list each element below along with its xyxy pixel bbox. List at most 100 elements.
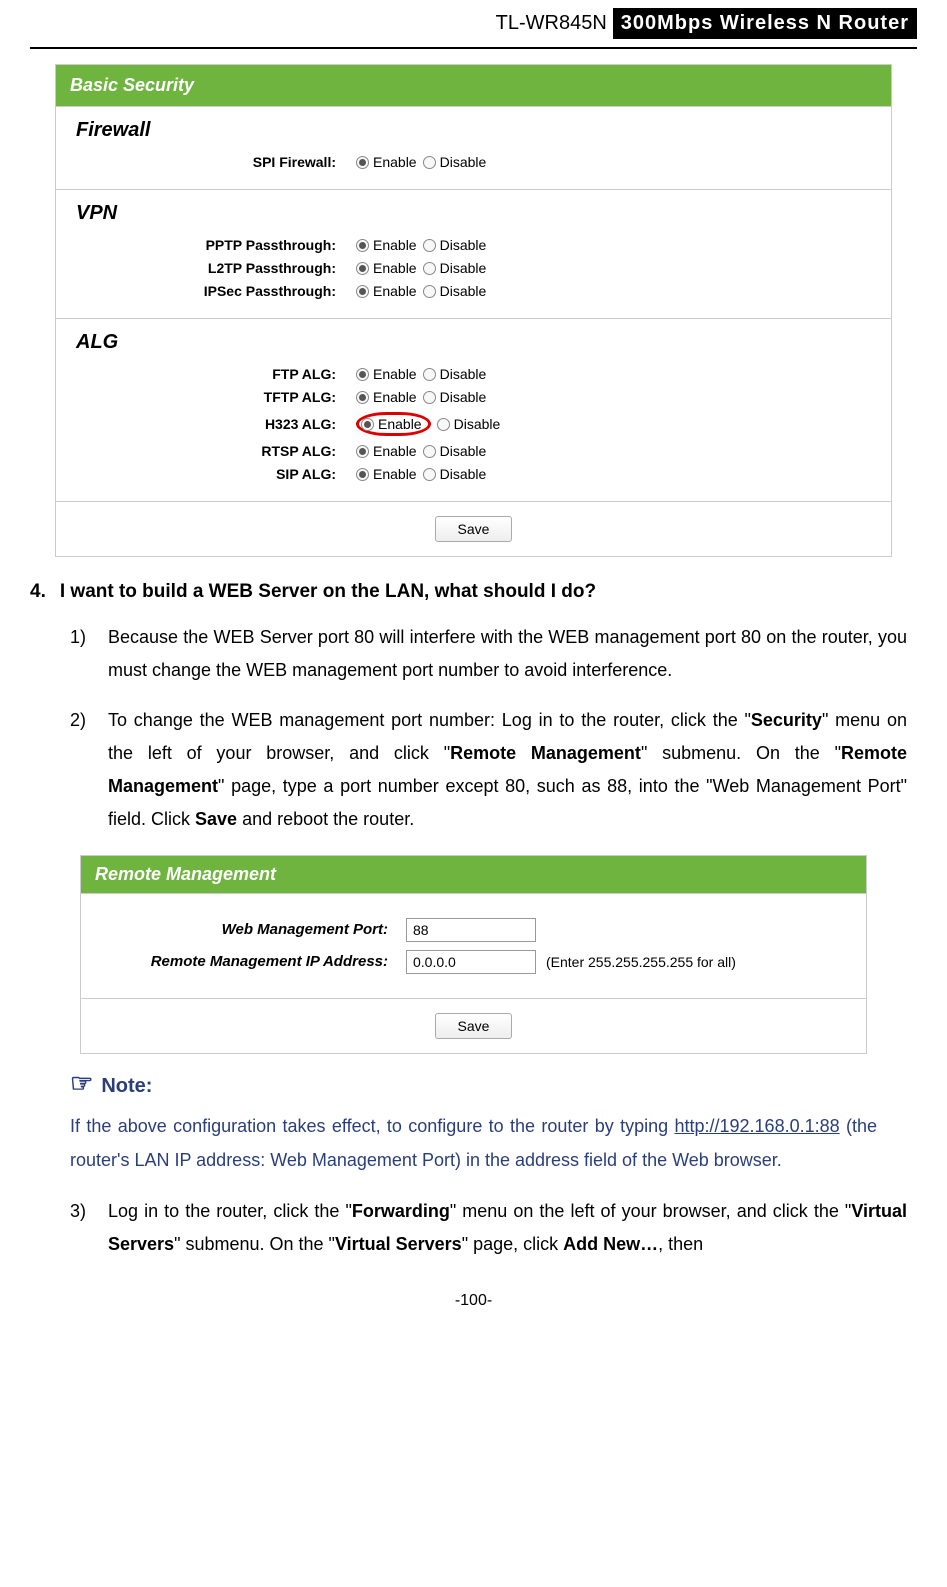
ipsec-disable-radio[interactable]: Disable	[423, 283, 487, 299]
enable-label: Enable	[373, 366, 417, 382]
bold-forwarding: Forwarding	[352, 1201, 450, 1221]
disable-label: Disable	[440, 237, 487, 253]
l2tp-enable-radio[interactable]: Enable	[356, 260, 417, 276]
step1-num: 1)	[70, 621, 94, 688]
bold-security: Security	[751, 710, 822, 730]
enable-label: Enable	[373, 443, 417, 459]
vpn-title: VPN	[76, 202, 871, 225]
pptp-disable-radio[interactable]: Disable	[423, 237, 487, 253]
sip-alg-label: SIP ALG:	[76, 466, 356, 482]
t: " menu on the left of your browser, and …	[450, 1201, 851, 1221]
panel-title: Basic Security	[56, 65, 891, 106]
rtsp-alg-label: RTSP ALG:	[76, 443, 356, 459]
rm-save-button[interactable]: Save	[435, 1013, 513, 1039]
disable-label: Disable	[440, 154, 487, 170]
disable-label: Disable	[440, 389, 487, 405]
radio-icon	[356, 468, 369, 481]
firewall-section: Firewall SPI Firewall: Enable Disable	[56, 106, 891, 189]
step3-num: 3)	[70, 1195, 94, 1262]
disable-label: Disable	[440, 366, 487, 382]
router-url-link[interactable]: http://192.168.0.1:88	[674, 1116, 839, 1136]
rtsp-enable-radio[interactable]: Enable	[356, 443, 417, 459]
ftp-enable-radio[interactable]: Enable	[356, 366, 417, 382]
ftp-alg-row: FTP ALG: Enable Disable	[76, 366, 871, 382]
note-a: If the above configuration takes effect,…	[70, 1116, 674, 1136]
note-heading: ☞ Note:	[70, 1068, 877, 1099]
alg-section: ALG FTP ALG: Enable Disable TFTP ALG: En…	[56, 318, 891, 501]
enable-label: Enable	[373, 389, 417, 405]
rtsp-disable-radio[interactable]: Disable	[423, 443, 487, 459]
step2-text: To change the WEB management port number…	[108, 704, 907, 837]
qa-step-3: 3) Log in to the router, click the "Forw…	[70, 1195, 907, 1262]
disable-label: Disable	[440, 466, 487, 482]
ipsec-enable-radio[interactable]: Enable	[356, 283, 417, 299]
radio-icon	[356, 445, 369, 458]
rm-title: Remote Management	[81, 856, 866, 893]
radio-icon	[423, 468, 436, 481]
t: and reboot the router.	[237, 809, 414, 829]
tftp-alg-row: TFTP ALG: Enable Disable	[76, 389, 871, 405]
t: " submenu. On the "	[174, 1234, 335, 1254]
spi-firewall-label: SPI Firewall:	[76, 154, 356, 170]
bold-save: Save	[195, 809, 237, 829]
qa-step-2: 2) To change the WEB management port num…	[70, 704, 907, 837]
disable-label: Disable	[454, 416, 501, 432]
enable-label: Enable	[378, 416, 422, 432]
h323-disable-radio[interactable]: Disable	[437, 416, 501, 432]
step1-text: Because the WEB Server port 80 will inte…	[108, 621, 907, 688]
enable-label: Enable	[373, 237, 417, 253]
disable-label: Disable	[440, 443, 487, 459]
save-row: Save	[56, 501, 891, 556]
vpn-section: VPN PPTP Passthrough: Enable Disable L2T…	[56, 189, 891, 318]
radio-icon	[423, 285, 436, 298]
h323-enable-highlight: Enable	[356, 412, 431, 436]
note-body: If the above configuration takes effect,…	[70, 1109, 877, 1177]
pointing-hand-icon: ☞	[70, 1068, 93, 1098]
bold-remote-mgmt: Remote Management	[450, 743, 641, 763]
disable-label: Disable	[440, 260, 487, 276]
qa-question: I want to build a WEB Server on the LAN,…	[60, 581, 596, 603]
h323-alg-row: H323 ALG: Enable Disable	[76, 412, 871, 436]
ftp-disable-radio[interactable]: Disable	[423, 366, 487, 382]
enable-label: Enable	[373, 260, 417, 276]
rm-ip-row: Remote Management IP Address: (Enter 255…	[101, 950, 846, 974]
sip-disable-radio[interactable]: Disable	[423, 466, 487, 482]
tftp-alg-label: TFTP ALG:	[76, 389, 356, 405]
disable-label: Disable	[440, 283, 487, 299]
save-button[interactable]: Save	[435, 516, 513, 542]
radio-icon	[437, 418, 450, 431]
tftp-enable-radio[interactable]: Enable	[356, 389, 417, 405]
sip-enable-radio[interactable]: Enable	[356, 466, 417, 482]
web-port-label: Web Management Port:	[101, 921, 406, 938]
remote-management-panel: Remote Management Web Management Port: R…	[80, 855, 867, 1054]
l2tp-disable-radio[interactable]: Disable	[423, 260, 487, 276]
enable-label: Enable	[373, 283, 417, 299]
spi-firewall-row: SPI Firewall: Enable Disable	[76, 154, 871, 170]
rm-ip-label: Remote Management IP Address:	[101, 953, 406, 970]
radio-icon	[356, 239, 369, 252]
qa-number: 4.	[30, 581, 46, 603]
t: " page, click	[462, 1234, 563, 1254]
web-port-input[interactable]	[406, 918, 536, 942]
radio-icon	[423, 239, 436, 252]
rm-ip-input[interactable]	[406, 950, 536, 974]
step2-num: 2)	[70, 704, 94, 837]
pptp-enable-radio[interactable]: Enable	[356, 237, 417, 253]
l2tp-row: L2TP Passthrough: Enable Disable	[76, 260, 871, 276]
spi-enable-radio[interactable]: Enable	[356, 154, 417, 170]
bold-virtual-servers2: Virtual Servers	[335, 1234, 462, 1254]
spi-disable-radio[interactable]: Disable	[423, 154, 487, 170]
ipsec-label: IPSec Passthrough:	[76, 283, 356, 299]
note-label-text: Note:	[101, 1075, 152, 1097]
rm-ip-hint: (Enter 255.255.255.255 for all)	[546, 954, 736, 970]
firewall-title: Firewall	[76, 119, 871, 142]
t: To change the WEB management port number…	[108, 710, 751, 730]
sip-alg-row: SIP ALG: Enable Disable	[76, 466, 871, 482]
radio-icon	[423, 445, 436, 458]
radio-icon	[356, 391, 369, 404]
radio-icon	[423, 368, 436, 381]
t: " submenu. On the "	[641, 743, 841, 763]
h323-enable-radio[interactable]: Enable	[361, 416, 422, 432]
pptp-row: PPTP Passthrough: Enable Disable	[76, 237, 871, 253]
tftp-disable-radio[interactable]: Disable	[423, 389, 487, 405]
